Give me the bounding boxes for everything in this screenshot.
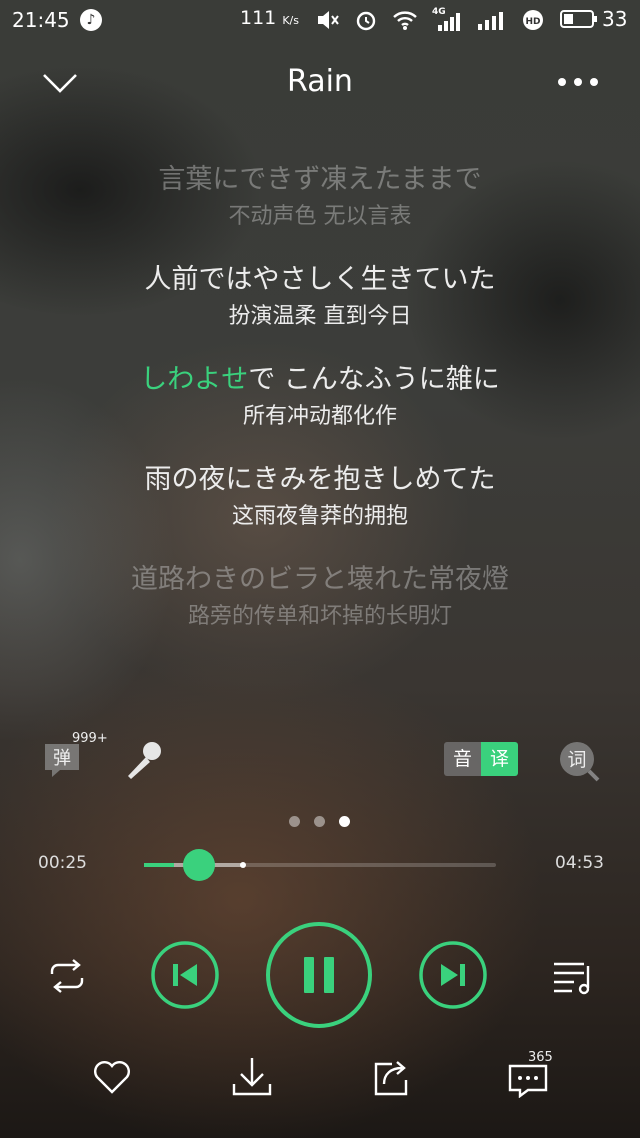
signal-4g-icon: 4G	[432, 7, 464, 31]
status-time: 21:45	[12, 8, 70, 32]
svg-text:HD: HD	[525, 17, 540, 27]
buffer-marker	[240, 862, 247, 868]
lyrics-search-icon[interactable]: 词	[558, 740, 600, 782]
progress-thumb[interactable]	[183, 849, 216, 881]
battery-icon	[560, 10, 597, 28]
progress-played	[144, 863, 175, 867]
repeat-icon[interactable]	[44, 954, 90, 998]
lyric-translation: 路旁的传单和坏掉的长明灯	[187, 604, 452, 628]
share-icon[interactable]	[368, 1054, 412, 1098]
signal-icon	[478, 12, 503, 30]
lyric-original: 雨の夜にきみを抱きしめてた	[144, 464, 496, 495]
lyrics-panel[interactable]: 言葉にできず凍えたままで 不动声色 无以言表 人前ではやさしく生きていた 扮演温…	[0, 160, 640, 654]
lyric-translation: 这雨夜鲁莽的拥抱	[231, 504, 408, 529]
pager-dot[interactable]	[314, 816, 325, 827]
microphone-icon[interactable]	[122, 738, 166, 782]
lyric-line: 人前ではやさしく生きていた 扮演温柔 直到今日	[0, 260, 640, 334]
lyric-original: しわよせで こんなふうに雑に	[0, 360, 640, 400]
translation-toggle[interactable]: 音 译	[444, 742, 518, 776]
skip-previous-icon[interactable]	[150, 940, 220, 1010]
lyric-line-current: しわよせで こんなふうに雑に 所有冲动都化作	[0, 360, 640, 434]
hd-icon: HD	[523, 10, 543, 30]
toggle-translation[interactable]: 译	[481, 742, 518, 776]
lyric-line: 言葉にできず凍えたままで 不动声色 无以言表	[0, 160, 640, 234]
music-note-icon: ♪	[80, 9, 102, 31]
lyric-original: 道路わきのビラと壊れた常夜燈	[131, 564, 509, 595]
lyric-line: 道路わきのビラと壊れた常夜燈 路旁的传单和坏掉的长明灯	[0, 560, 640, 628]
lyric-unsung-part: で こんなふうに雑に	[248, 364, 500, 395]
skip-next-icon[interactable]	[418, 940, 488, 1010]
danmu-count: 999+	[72, 731, 108, 746]
battery-level: 33	[602, 7, 628, 31]
lyric-line: 雨の夜にきみを抱きしめてた 这雨夜鲁莽的拥抱	[0, 460, 640, 534]
download-icon[interactable]	[230, 1054, 274, 1098]
toggle-original[interactable]: 音	[444, 742, 481, 776]
pause-icon[interactable]	[264, 920, 374, 1030]
network-speed: 111 K/s	[240, 7, 299, 29]
svg-text:弹: 弹	[53, 748, 71, 769]
status-icons: 4G HD	[316, 7, 544, 32]
lyric-translation: 不动声色 无以言表	[228, 204, 412, 229]
lyric-sung-part: しわよせ	[140, 364, 249, 395]
comment-count: 365	[528, 1050, 553, 1065]
playlist-icon[interactable]	[550, 954, 596, 998]
current-time: 00:25	[38, 853, 87, 873]
lyric-original: 言葉にできず凍えたままで	[158, 164, 482, 195]
pager-dot-active[interactable]	[339, 816, 350, 827]
lyric-translation: 扮演温柔 直到今日	[228, 304, 412, 329]
more-dots-icon[interactable]	[556, 70, 600, 94]
song-title: Rain	[287, 64, 353, 99]
chevron-down-icon[interactable]	[40, 62, 80, 102]
svg-text:词: 词	[567, 749, 586, 771]
status-bar: 21:45 ♪ 111 K/s 4G HD 33	[0, 0, 640, 40]
alarm-icon	[356, 11, 376, 31]
heart-icon[interactable]	[90, 1054, 134, 1098]
mute-icon	[318, 11, 339, 29]
wifi-icon	[393, 11, 417, 30]
pager-dot[interactable]	[289, 816, 300, 827]
danmu-button[interactable]: 弹	[42, 740, 82, 780]
lyric-original: 人前ではやさしく生きていた	[144, 264, 496, 295]
total-time: 04:53	[555, 853, 604, 873]
lyric-translation: 所有冲动都化作	[242, 404, 397, 429]
